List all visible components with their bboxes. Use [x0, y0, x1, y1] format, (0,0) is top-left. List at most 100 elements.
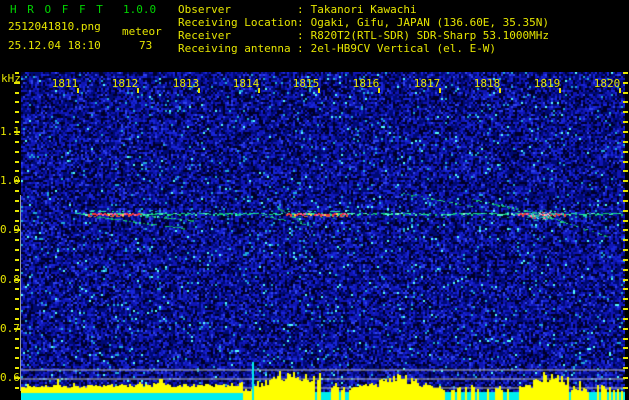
right-freq-tick [623, 249, 628, 251]
freq-tick [15, 288, 19, 290]
right-freq-tick [623, 72, 628, 74]
freq-tick [15, 338, 19, 340]
right-freq-tick [623, 387, 628, 389]
time-tick-label: 1818 [473, 77, 501, 90]
info-key: Observer [178, 3, 231, 16]
spectrogram-canvas [21, 72, 625, 400]
freq-tick [14, 229, 20, 231]
time-tick-label: 1820 [593, 77, 621, 90]
freq-tick [15, 141, 19, 143]
freq-tick [15, 318, 19, 320]
freq-tick [15, 170, 19, 172]
freq-tick [15, 220, 19, 222]
time-tick [378, 88, 380, 93]
hrofft-output-screen: H R O F F T 1.0.0 2512041810.png meteor … [0, 0, 629, 400]
right-freq-tick [623, 229, 628, 231]
freq-tick [15, 111, 19, 113]
info-value: R820T2(RTL-SDR) SDR-Sharp 53.1000MHz [310, 29, 550, 42]
freq-tick [15, 210, 19, 212]
output-filename: 2512041810.png [8, 20, 101, 33]
freq-tick [14, 180, 20, 182]
right-freq-tick [623, 220, 628, 222]
freq-tick [15, 121, 19, 123]
echo-count: 73 [139, 39, 153, 52]
time-tick [137, 88, 139, 93]
right-freq-tick [623, 288, 628, 290]
right-freq-tick [623, 180, 628, 182]
freq-tick [14, 82, 20, 84]
time-tick [499, 88, 501, 93]
info-key: Receiving Location [178, 16, 298, 29]
time-tick-label: 1816 [352, 77, 380, 90]
app-version: 1.0.0 [123, 3, 157, 16]
right-freq-tick [623, 377, 628, 379]
info-row-observer: Observer: Takanori Kawachi [178, 3, 417, 16]
freq-tick [15, 190, 19, 192]
freq-tick [15, 72, 19, 74]
freq-tick [15, 239, 19, 241]
right-freq-tick [623, 367, 628, 369]
freq-tick [14, 328, 20, 330]
freq-tick [15, 347, 19, 349]
freq-tick [15, 161, 19, 163]
time-tick-label: 1819 [533, 77, 561, 90]
freq-tick [15, 92, 19, 94]
time-tick-label: 1815 [292, 77, 320, 90]
info-value: Takanori Kawachi [310, 3, 417, 16]
time-tick [619, 88, 621, 93]
freq-tick [15, 200, 19, 202]
right-freq-tick [623, 170, 628, 172]
right-freq-tick [623, 318, 628, 320]
freq-tick [15, 387, 19, 389]
info-key: Receiving antenna [178, 42, 291, 55]
right-freq-tick [623, 239, 628, 241]
freq-tick [15, 151, 19, 153]
right-freq-tick [623, 269, 628, 271]
time-tick-label: 1817 [413, 77, 441, 90]
freq-tick [15, 249, 19, 251]
freq-tick [15, 298, 19, 300]
right-freq-tick [623, 190, 628, 192]
right-freq-tick [623, 92, 628, 94]
time-tick [318, 88, 320, 93]
app-title: H R O F F T [10, 3, 105, 16]
right-freq-tick [623, 101, 628, 103]
right-freq-tick [623, 151, 628, 153]
right-freq-tick [623, 131, 628, 133]
right-freq-tick [623, 210, 628, 212]
time-tick [559, 88, 561, 93]
info-row-antenna: Receiving antenna:2el-HB9CV Vertical (el… [178, 42, 497, 55]
info-value: 2el-HB9CV Vertical (el. E-W) [310, 42, 497, 55]
freq-tick [15, 357, 19, 359]
info-key: Receiver [178, 29, 231, 42]
right-freq-tick [623, 259, 628, 261]
plot-left-border [20, 195, 21, 391]
freq-tick [14, 279, 20, 281]
time-tick [258, 88, 260, 93]
right-freq-tick [623, 279, 628, 281]
freq-tick [15, 259, 19, 261]
right-freq-tick [623, 82, 628, 84]
freq-tick [15, 308, 19, 310]
freq-tick [14, 377, 20, 379]
freq-tick [15, 101, 19, 103]
freq-tick [15, 269, 19, 271]
time-tick-label: 1814 [232, 77, 260, 90]
right-freq-tick [623, 161, 628, 163]
info-row-location: Receiving Location: Ogaki, Gifu, JAPAN (1… [178, 16, 550, 29]
datetime-label: 25.12.04 18:10 [8, 39, 101, 52]
info-row-receiver: Receiver: R820T2(RTL-SDR) SDR-Sharp 53.10… [178, 29, 550, 42]
time-tick [439, 88, 441, 93]
right-freq-tick [623, 111, 628, 113]
right-freq-tick [623, 357, 628, 359]
freq-tick [15, 367, 19, 369]
right-freq-tick [623, 200, 628, 202]
station-info: Observer: Takanori Kawachi Receiving Loca… [178, 3, 549, 55]
time-tick-label: 1811 [51, 77, 79, 90]
time-tick [77, 88, 79, 93]
right-freq-tick [623, 141, 628, 143]
time-tick-label: 1813 [172, 77, 200, 90]
right-freq-tick [623, 121, 628, 123]
right-freq-tick [623, 298, 628, 300]
mode-label: meteor [122, 25, 162, 38]
